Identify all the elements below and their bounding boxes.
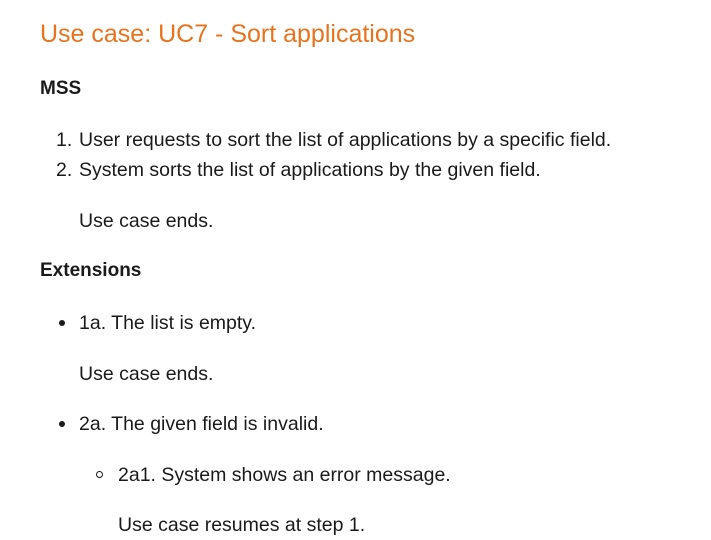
use-case-document: Use case: UC7 - Sort applications MSS 1.… bbox=[0, 0, 711, 540]
mss-ending: Use case ends. bbox=[79, 210, 214, 232]
extension-text: 1a. The list is empty. bbox=[79, 312, 257, 334]
bullet-icon bbox=[59, 320, 65, 326]
extension-text: 2a. The given field is invalid. bbox=[79, 413, 324, 435]
bullet-icon bbox=[59, 421, 65, 427]
mss-step-number: 2. bbox=[56, 159, 73, 181]
extensions-heading: Extensions bbox=[40, 260, 142, 281]
extension-subitem-text: 2a1. System shows an error message. bbox=[118, 464, 451, 486]
extension-subitem-note: Use case resumes at step 1. bbox=[118, 514, 366, 536]
mss-step-text: User requests to sort the list of applic… bbox=[79, 129, 612, 151]
hollow-bullet-icon bbox=[96, 471, 103, 478]
mss-step-text: System sorts the list of applications by… bbox=[79, 159, 541, 181]
extension-note: Use case ends. bbox=[79, 363, 214, 385]
use-case-title: Use case: UC7 - Sort applications bbox=[40, 20, 416, 48]
mss-step-number: 1. bbox=[56, 129, 73, 151]
mss-heading: MSS bbox=[40, 78, 82, 99]
